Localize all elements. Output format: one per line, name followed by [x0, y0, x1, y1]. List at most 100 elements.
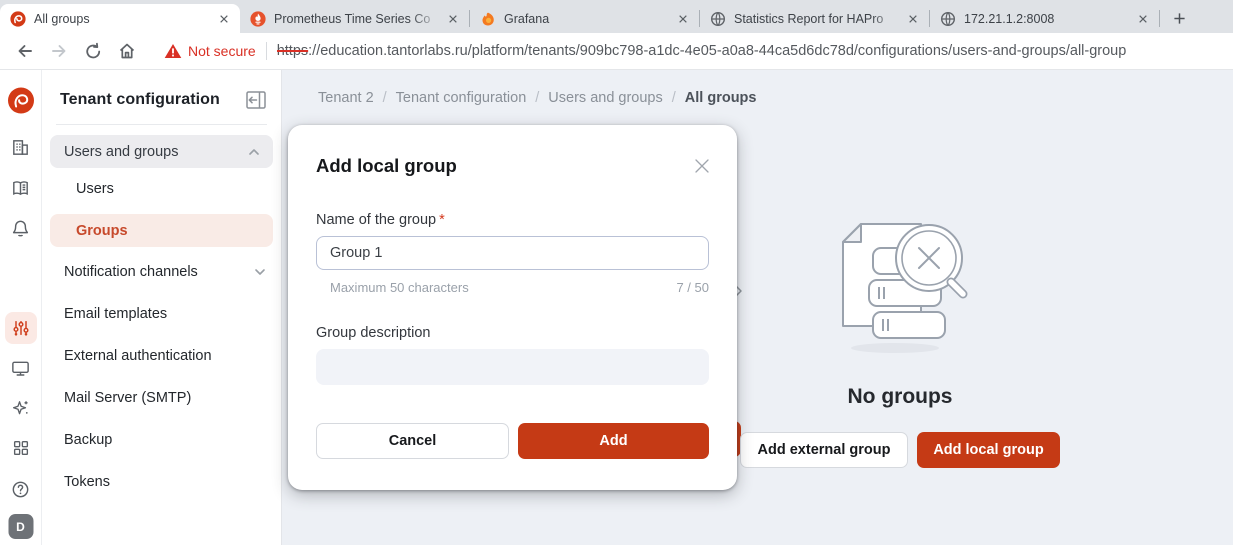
url-text: ://education.tantorlabs.ru/platform/tena…: [308, 43, 1126, 59]
tab-label: All groups: [34, 12, 212, 26]
chevron-down-icon: [253, 265, 267, 279]
tab-all-groups[interactable]: All groups: [0, 4, 240, 33]
forward-icon[interactable]: [48, 40, 70, 62]
back-icon[interactable]: [14, 40, 36, 62]
notifications-bell-icon[interactable]: [9, 216, 33, 240]
apps-grid-icon[interactable]: [9, 436, 33, 460]
sparkles-icon[interactable]: [9, 396, 33, 420]
sidebar: Tenant configuration Users and groups Us…: [42, 70, 282, 545]
group-description-input[interactable]: [316, 349, 709, 385]
chevron-up-icon: [247, 145, 261, 159]
browser-tab-bar: All groups Prometheus Time Series Co Gra…: [0, 0, 1233, 33]
sidebar-item-label: Email templates: [64, 306, 167, 322]
group-name-input[interactable]: [316, 236, 709, 270]
sidebar-item-label: External authentication: [64, 348, 212, 364]
tenant-configuration-sliders-icon[interactable]: [5, 312, 37, 344]
required-asterisk: *: [439, 212, 445, 228]
sidebar-item-users-and-groups[interactable]: Users and groups: [50, 135, 273, 168]
add-external-group-button[interactable]: Add external group: [740, 432, 908, 468]
sidebar-title: Tenant configuration: [60, 91, 220, 109]
tab-close-icon[interactable]: [445, 11, 461, 27]
icon-rail: D: [0, 70, 42, 545]
tab-close-icon[interactable]: [1135, 11, 1151, 27]
sidebar-item-mail-server-smtp[interactable]: Mail Server (SMTP): [42, 377, 281, 419]
sidebar-item-label: Groups: [76, 223, 128, 239]
cancel-button[interactable]: Cancel: [316, 423, 509, 459]
globe-favicon-icon: [940, 11, 956, 27]
sidebar-item-label: Backup: [64, 432, 112, 448]
prometheus-favicon-icon: [250, 11, 266, 27]
grafana-favicon-icon: [480, 11, 496, 27]
modal-buttons: Cancel Add: [316, 423, 709, 459]
new-tab-button[interactable]: [1166, 5, 1192, 31]
modal-close-icon[interactable]: [693, 157, 711, 175]
tab-label: Grafana: [504, 12, 671, 26]
empty-state-title: No groups: [740, 385, 1060, 409]
url-scheme: https: [277, 43, 308, 59]
breadcrumb-item[interactable]: Tenant 2: [318, 90, 374, 106]
add-local-group-button[interactable]: Add local group: [917, 432, 1060, 468]
add-local-group-modal: Add local group Name of the group* Maxim…: [288, 125, 737, 490]
address-bar[interactable]: https://education.tantorlabs.ru/platform…: [277, 43, 1233, 59]
monitor-icon[interactable]: [9, 356, 33, 380]
sidebar-item-email-templates[interactable]: Email templates: [42, 293, 281, 335]
collapse-sidebar-icon[interactable]: [245, 90, 267, 110]
breadcrumb-separator: /: [535, 90, 539, 106]
warning-triangle-icon[interactable]: [164, 43, 182, 59]
user-avatar[interactable]: D: [8, 514, 33, 539]
modal-title: Add local group: [316, 155, 457, 177]
name-field-label-text: Name of the group: [316, 212, 436, 228]
sidebar-item-external-authentication[interactable]: External authentication: [42, 335, 281, 377]
tab-grafana[interactable]: Grafana: [470, 4, 699, 33]
globe-favicon-icon: [710, 11, 726, 27]
tab-statistics-report[interactable]: Statistics Report for HAPro: [700, 4, 929, 33]
sidebar-item-groups[interactable]: Groups: [50, 214, 273, 247]
organization-icon[interactable]: [9, 135, 33, 159]
browser-toolbar: Not secure https://education.tantorlabs.…: [0, 33, 1233, 70]
no-groups-illustration: [825, 210, 975, 355]
max-characters-hint: Maximum 50 characters: [330, 280, 469, 295]
app-shell: D Tenant configuration Users and groups …: [0, 70, 1233, 545]
breadcrumb-separator: /: [383, 90, 387, 106]
breadcrumb-item[interactable]: Users and groups: [548, 90, 662, 106]
documentation-icon[interactable]: [9, 176, 33, 200]
add-button[interactable]: Add: [518, 423, 709, 459]
not-secure-label: Not secure: [188, 43, 256, 59]
sidebar-item-notification-channels[interactable]: Notification channels: [42, 251, 281, 293]
tab-prometheus[interactable]: Prometheus Time Series Co: [240, 4, 469, 33]
sidebar-item-label: Users: [76, 181, 114, 197]
sidebar-item-label: Mail Server (SMTP): [64, 390, 191, 406]
sidebar-item-users[interactable]: Users: [42, 168, 281, 210]
tab-label: 172.21.1.2:8008: [964, 12, 1131, 26]
breadcrumb-item-current: All groups: [685, 90, 757, 106]
tab-label: Prometheus Time Series Co: [274, 12, 441, 26]
breadcrumb: Tenant 2 / Tenant configuration / Users …: [318, 90, 756, 106]
help-icon[interactable]: [9, 477, 33, 501]
breadcrumb-item[interactable]: Tenant configuration: [396, 90, 527, 106]
sidebar-item-label: Tokens: [64, 474, 110, 490]
platform-favicon-icon: [10, 11, 26, 27]
empty-state-buttons: Add external group Add local group: [740, 432, 1060, 468]
tab-label: Statistics Report for HAPro: [734, 12, 901, 26]
name-field-hint-row: Maximum 50 characters 7 / 50: [330, 280, 709, 295]
tab-close-icon[interactable]: [675, 11, 691, 27]
tab-separator: [1159, 10, 1160, 27]
tab-close-icon[interactable]: [216, 11, 232, 27]
empty-state: No groups Add external group Add local g…: [740, 210, 1060, 468]
sidebar-item-label: Users and groups: [64, 144, 178, 160]
name-field-label: Name of the group*: [316, 212, 445, 228]
sidebar-item-label: Notification channels: [64, 264, 198, 280]
tab-ip-address[interactable]: 172.21.1.2:8008: [930, 4, 1159, 33]
reload-icon[interactable]: [82, 40, 104, 62]
platform-logo-icon[interactable]: [7, 87, 34, 114]
tab-close-icon[interactable]: [905, 11, 921, 27]
character-counter: 7 / 50: [676, 280, 709, 295]
sidebar-item-tokens[interactable]: Tokens: [42, 461, 281, 503]
description-field-label: Group description: [316, 325, 430, 341]
sidebar-header: Tenant configuration: [42, 70, 281, 124]
url-divider: [266, 42, 267, 60]
home-icon[interactable]: [116, 40, 138, 62]
breadcrumb-separator: /: [672, 90, 676, 106]
sidebar-divider: [56, 124, 267, 125]
sidebar-item-backup[interactable]: Backup: [42, 419, 281, 461]
